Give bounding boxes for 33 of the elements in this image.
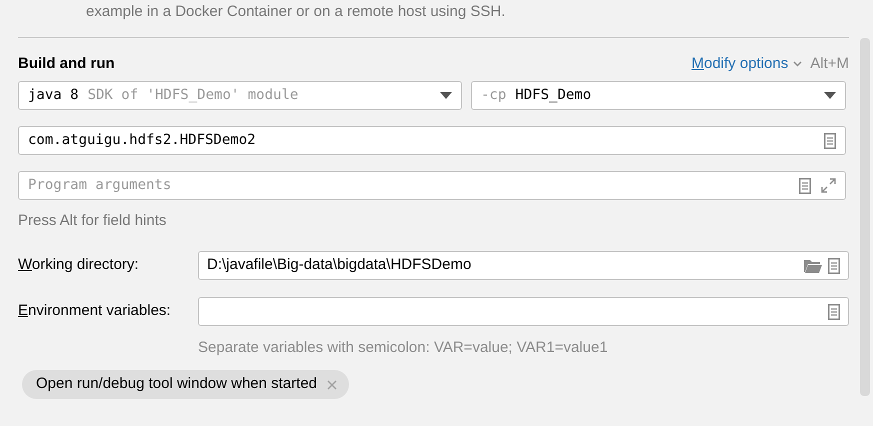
document-icon[interactable]	[824, 132, 836, 148]
field-hint-text: Press Alt for field hints	[18, 211, 168, 231]
working-directory-field[interactable]: D:\javafile\Big-data\bigdata\HDFSDemo	[198, 251, 849, 280]
scrollbar-thumb[interactable]	[860, 38, 870, 396]
classpath-value: HDFS_Demo	[515, 86, 592, 105]
environment-variables-hint: Separate variables with semicolon: VAR=value; VAR1=value1	[198, 338, 609, 358]
option-tag-label: Open run/debug tool window when started	[36, 374, 318, 394]
document-icon[interactable]	[828, 258, 840, 274]
expand-icon[interactable]	[821, 178, 836, 193]
main-class-value: com.atguigu.hdfs2.HDFSDemo2	[28, 131, 257, 150]
jre-value: java 8	[28, 86, 79, 105]
description-text: example in a Docker Container or on a remote host using SSH.	[85, 2, 506, 22]
modify-options-link[interactable]: Modify options	[692, 52, 802, 76]
classpath-dropdown[interactable]: -cp HDFS_Demo	[471, 81, 846, 110]
working-directory-value: D:\javafile\Big-data\bigdata\HDFSDemo	[207, 255, 472, 276]
jre-hint: SDK of 'HDFS_Demo' module	[88, 86, 300, 105]
document-icon[interactable]	[828, 304, 840, 320]
document-icon[interactable]	[799, 178, 811, 194]
environment-variables-label: Environment variables:	[18, 301, 172, 322]
environment-variables-field[interactable]	[198, 297, 849, 326]
section-title: Build and run	[18, 54, 115, 74]
classpath-prefix: -cp	[481, 86, 506, 105]
working-directory-label: Working directory:	[18, 255, 140, 276]
folder-icon[interactable]	[804, 258, 822, 272]
close-icon[interactable]	[327, 380, 338, 390]
caret-icon	[440, 92, 452, 99]
chevron-down-icon	[793, 61, 802, 67]
caret-icon	[824, 92, 836, 99]
jre-dropdown[interactable]: java 8 SDK of 'HDFS_Demo' module	[18, 81, 462, 110]
main-class-field[interactable]: com.atguigu.hdfs2.HDFSDemo2	[18, 126, 846, 155]
shortcut-text: Alt+M	[810, 54, 849, 74]
program-arguments-input[interactable]: Program arguments	[28, 175, 799, 196]
program-arguments-field[interactable]: Program arguments	[18, 171, 846, 200]
